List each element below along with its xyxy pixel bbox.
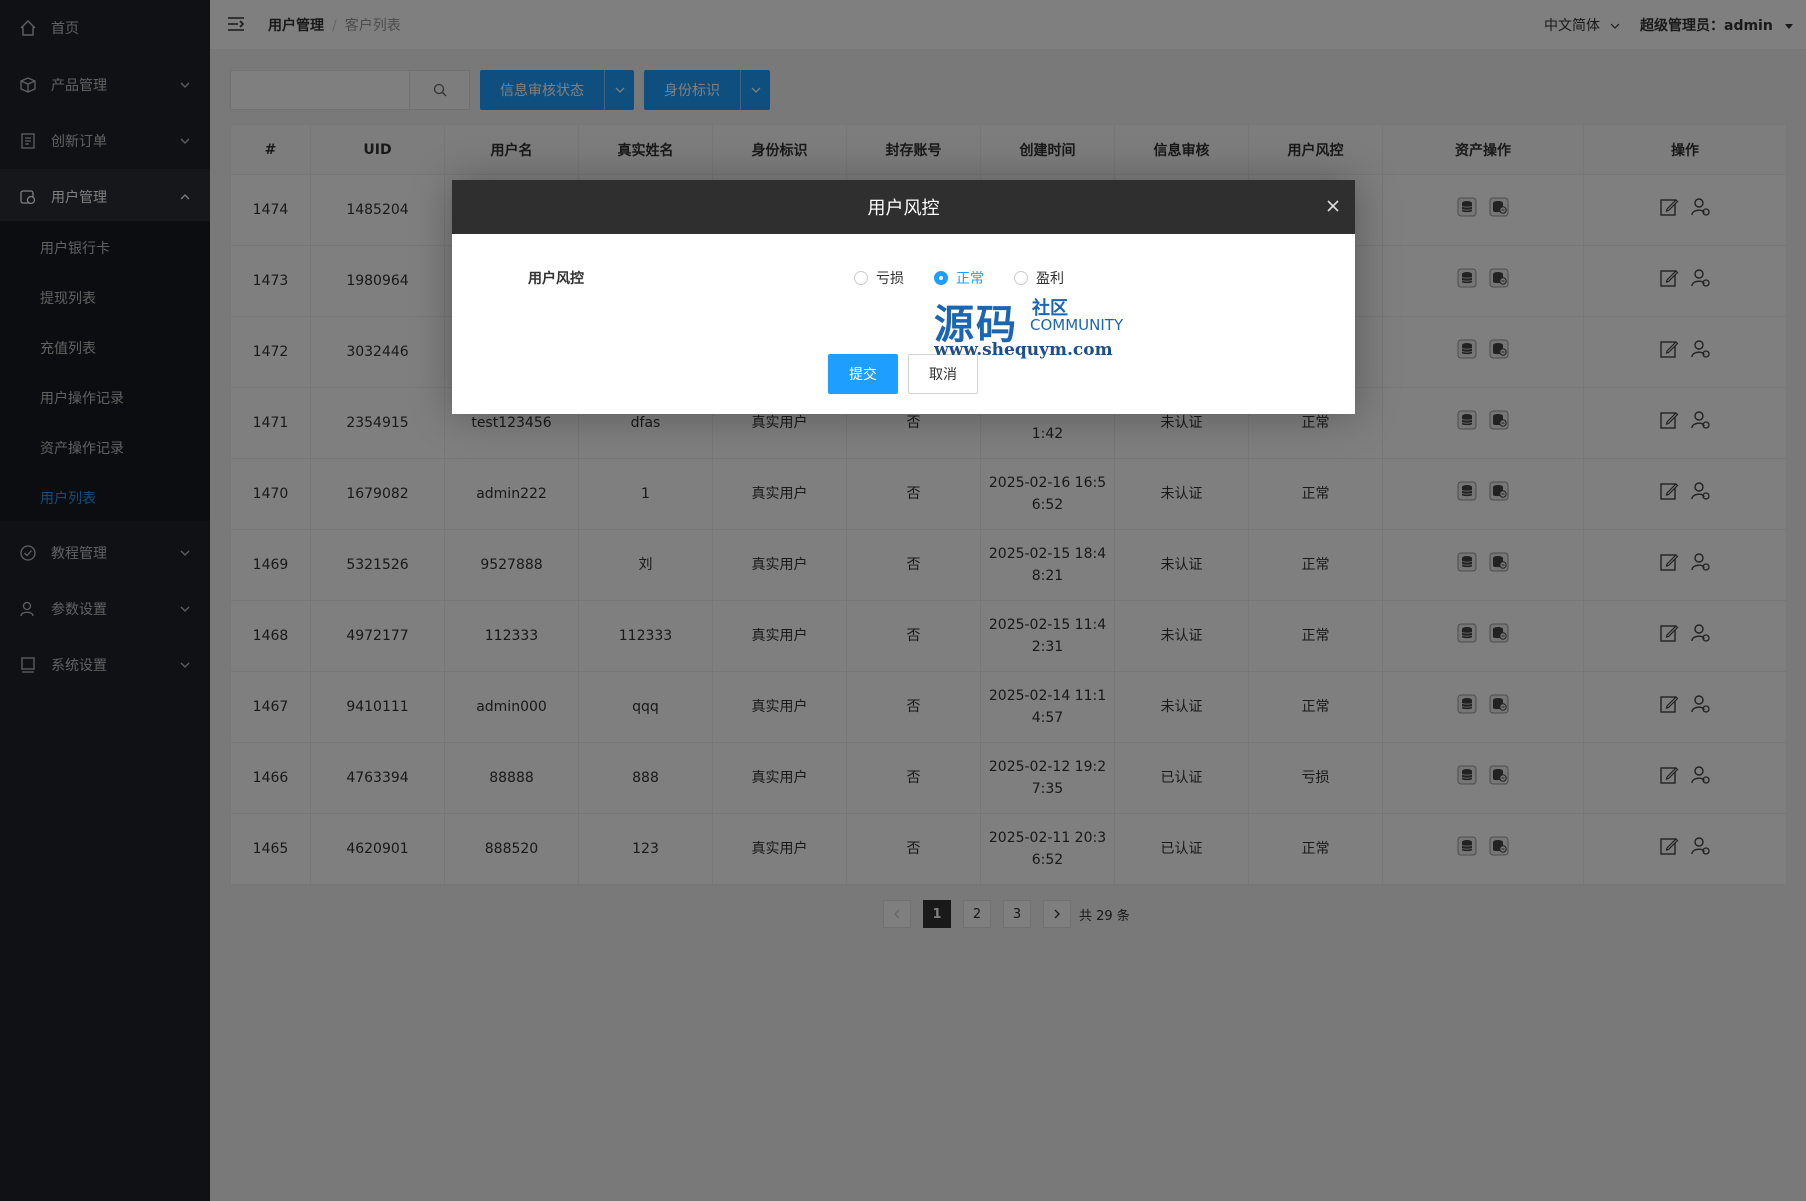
radio-unchecked-icon	[854, 271, 868, 285]
dialog-title: 用户风控	[867, 198, 940, 219]
radio-loss[interactable]: 亏损	[854, 268, 904, 288]
cancel-button[interactable]: 取消	[908, 354, 978, 394]
close-icon[interactable]	[1325, 198, 1341, 214]
radio-label: 盈利	[1036, 271, 1064, 287]
radio-label: 正常	[956, 271, 984, 287]
radio-checked-icon	[934, 271, 948, 285]
radio-normal[interactable]: 正常	[934, 268, 984, 288]
dialog-header: 用户风控	[452, 180, 1355, 234]
field-label: 用户风控	[528, 271, 584, 287]
radio-unchecked-icon	[1014, 271, 1028, 285]
submit-button[interactable]: 提交	[828, 354, 898, 394]
risk-radio-group: 亏损 正常 盈利	[854, 268, 1064, 288]
risk-control-dialog: 用户风控 用户风控 亏损 正常 盈利 提交 取消	[452, 180, 1355, 414]
radio-label: 亏损	[876, 271, 904, 287]
radio-profit[interactable]: 盈利	[1014, 268, 1064, 288]
